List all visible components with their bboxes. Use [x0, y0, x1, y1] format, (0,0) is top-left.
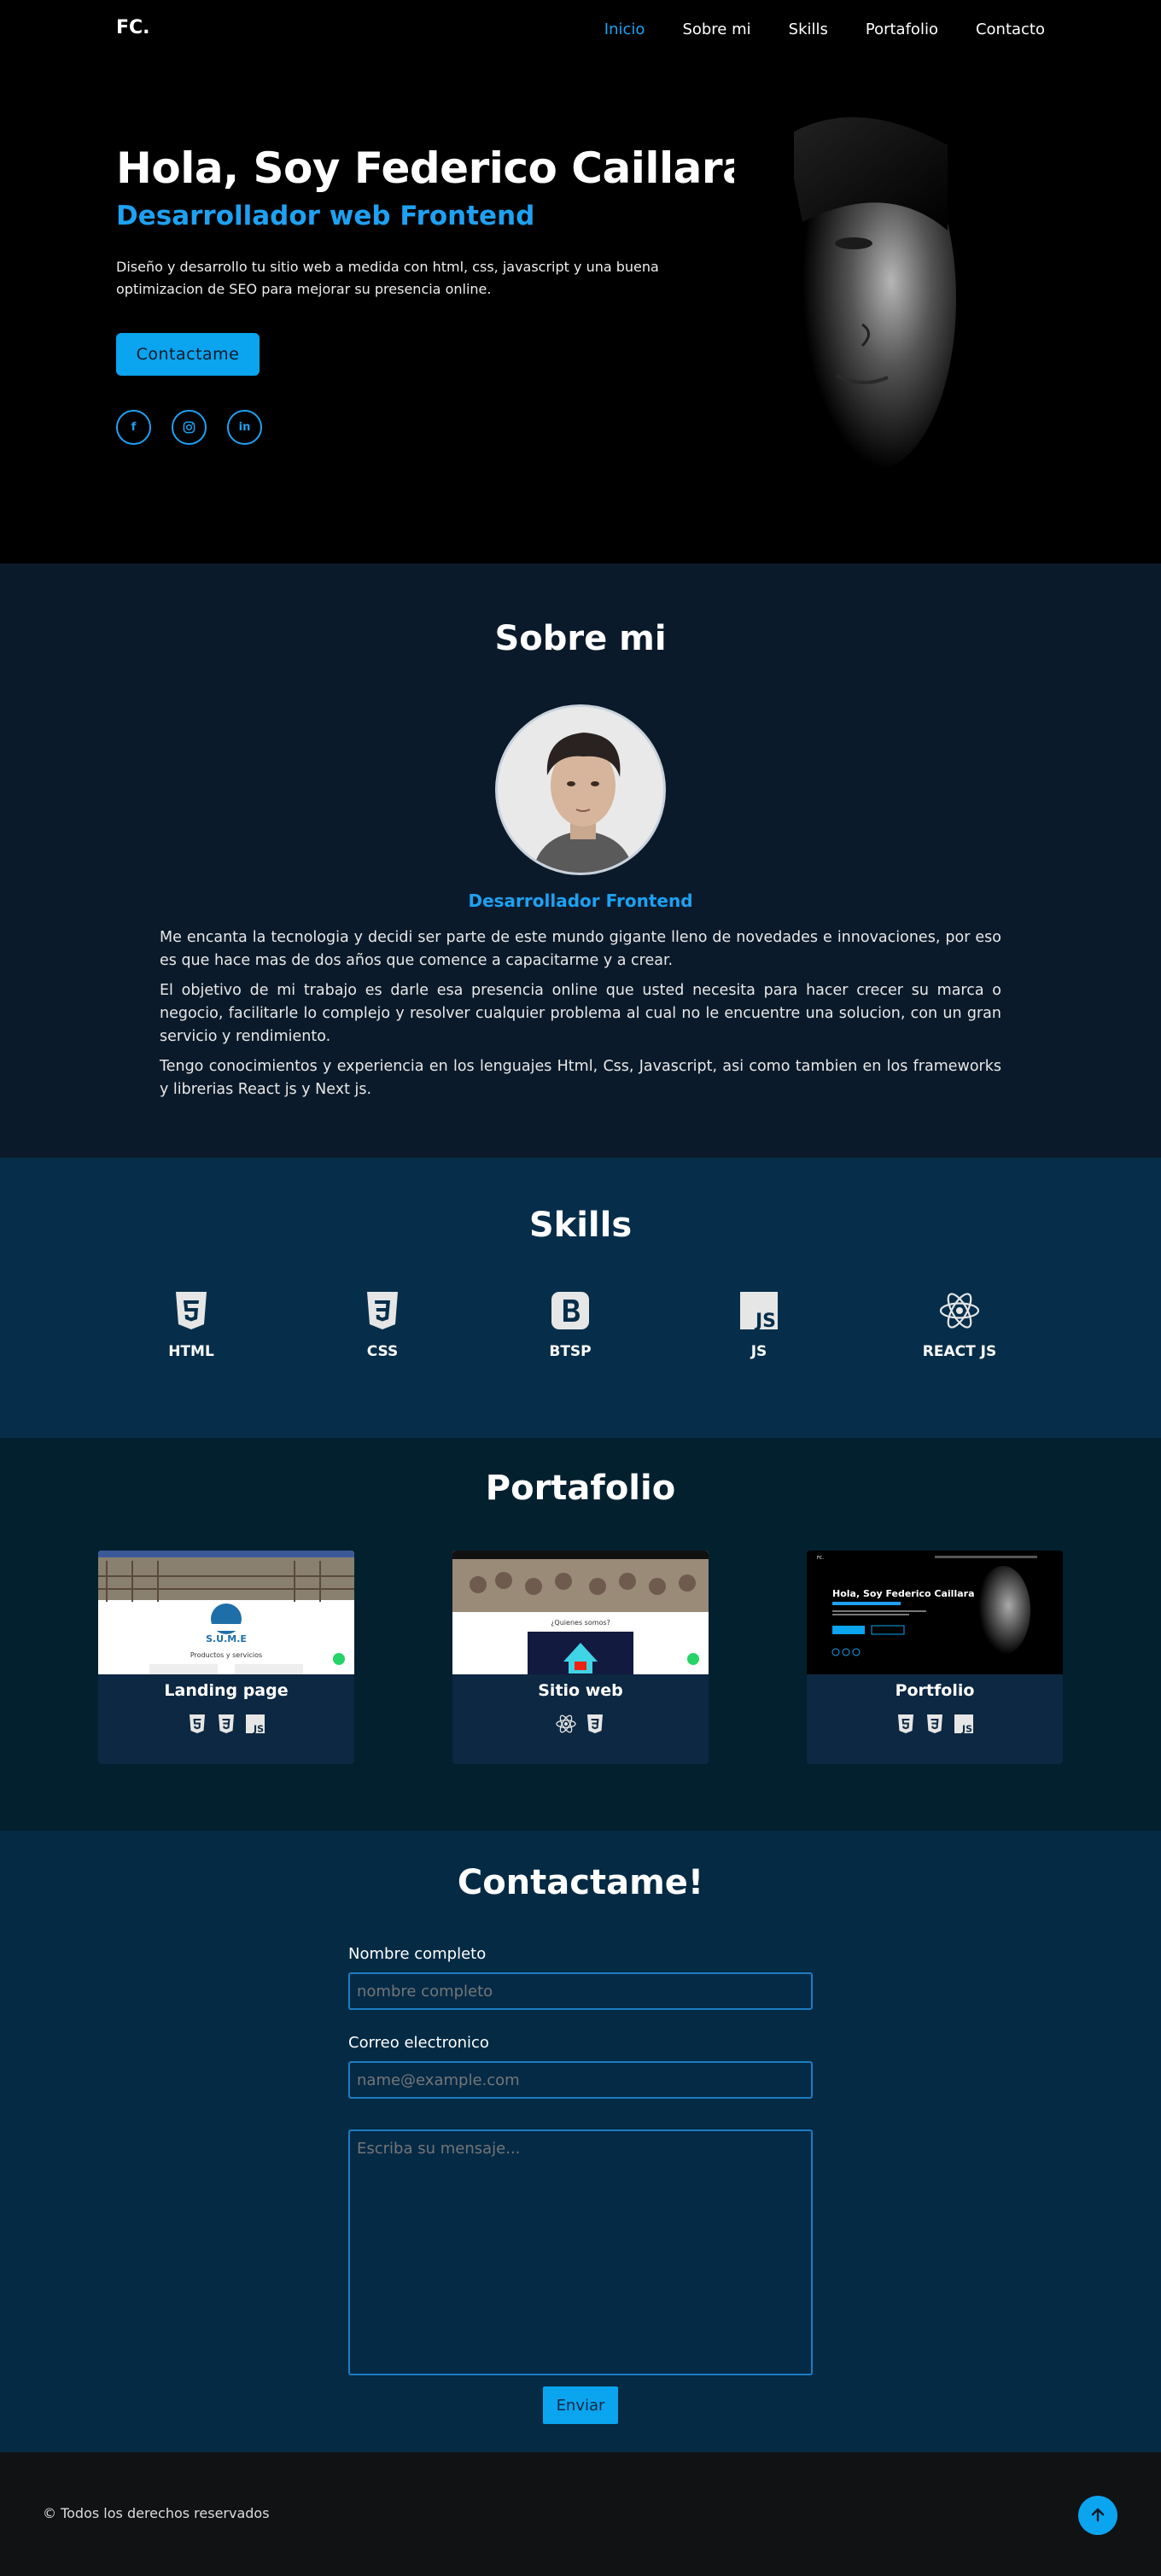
portfolio-section: Portafolio S.U.M.E Productos y servicios — [0, 1438, 1161, 1831]
about-section: Sobre mi Desarrollador Frontend Me encan… — [0, 564, 1161, 1158]
portfolio-card-sitio-web[interactable]: ¿Quienes somos? Sitio web — [452, 1551, 709, 1764]
css3-icon — [219, 1714, 234, 1733]
nav-item-inicio[interactable]: Inicio — [604, 20, 645, 38]
js-icon: JS — [246, 1714, 265, 1735]
html5-icon — [190, 1714, 205, 1733]
email-input[interactable] — [348, 2061, 813, 2099]
project-screenshot: ¿Quienes somos? — [452, 1551, 709, 1674]
css3-icon — [587, 1714, 603, 1733]
js-icon: JS — [740, 1292, 778, 1332]
project-tech-icons: JS — [807, 1714, 1063, 1734]
skills-section: Skills HTML CSS BTSP JS JS REACT JS — [0, 1158, 1161, 1438]
contact-title: Contactame! — [457, 1863, 704, 1902]
skill-label: REACT JS — [922, 1343, 997, 1360]
message-textarea[interactable] — [348, 2129, 813, 2375]
footer: © Todos los derechos reservados — [0, 2452, 1161, 2576]
css3-icon — [927, 1714, 942, 1733]
skill-label: CSS — [366, 1343, 399, 1360]
project-title: Sitio web — [538, 1681, 623, 1700]
project-shot-caption: Hola, Soy Federico Caillara — [832, 1588, 975, 1599]
hero-portrait-image — [734, 102, 956, 529]
hero-subtitle: Desarrollador web Frontend — [116, 201, 535, 231]
nav-item-skills[interactable]: Skills — [789, 20, 828, 38]
portfolio-card-landing[interactable]: S.U.M.E Productos y servicios Landing pa… — [98, 1551, 354, 1764]
copyright-text: © Todos los derechos reservados — [43, 2505, 270, 2521]
skill-label: HTML — [168, 1343, 214, 1360]
svg-text:FC.: FC. — [817, 1556, 824, 1561]
react-icon — [939, 1293, 980, 1329]
about-paragraph: El objetivo de mi trabajo es darle esa p… — [160, 982, 1001, 1045]
nav-item-contacto[interactable]: Contacto — [976, 20, 1045, 38]
project-screenshot: S.U.M.E Productos y servicios — [98, 1551, 354, 1674]
project-title: Landing page — [164, 1681, 289, 1700]
hero-description: Diseño y desarrollo tu sitio web a medid… — [116, 259, 659, 297]
html5-icon — [898, 1714, 913, 1733]
about-title: Sobre mi — [494, 619, 667, 658]
profile-avatar — [495, 704, 666, 875]
bootstrap-icon — [551, 1292, 589, 1329]
submit-button[interactable]: Enviar — [543, 2386, 618, 2424]
skill-react: REACT JS — [908, 1290, 1011, 1360]
about-text: Me encanta la tecnologia y decidi ser pa… — [160, 926, 1001, 1108]
about-paragraph: Tengo conocimientos y experiencia en los… — [160, 1058, 1001, 1098]
skills-title: Skills — [528, 1206, 633, 1245]
project-logo-text: S.U.M.E — [206, 1633, 247, 1644]
hero-section: Hola, Soy Federico Caillara Desarrollado… — [0, 0, 1161, 564]
project-shot-caption: Productos y servicios — [190, 1651, 262, 1659]
skill-bootstrap: BTSP — [519, 1290, 621, 1360]
nav-menu: Inicio Sobre mi Skills Portafolio Contac… — [604, 20, 1045, 38]
instagram-icon[interactable] — [172, 410, 207, 445]
project-tech-icons — [452, 1714, 709, 1734]
nav-item-sobre-mi[interactable]: Sobre mi — [682, 20, 750, 38]
skill-label: JS — [750, 1343, 767, 1360]
about-paragraph: Me encanta la tecnologia y decidi ser pa… — [160, 929, 1001, 969]
linkedin-icon[interactable]: in — [227, 410, 262, 445]
js-icon: JS — [954, 1714, 973, 1735]
contact-cta-button[interactable]: Contactame — [116, 333, 260, 376]
about-role: Desarrollador Frontend — [468, 891, 693, 911]
svg-text:JS: JS — [754, 1311, 776, 1331]
skill-js: JS JS — [708, 1290, 810, 1360]
social-links: f in — [116, 410, 262, 445]
skill-html: HTML — [140, 1290, 242, 1360]
project-tech-icons: JS — [98, 1714, 354, 1734]
facebook-icon[interactable]: f — [116, 410, 151, 445]
arrow-up-icon — [1091, 2508, 1105, 2522]
top-navbar: FC. Inicio Sobre mi Skills Portafolio Co… — [0, 0, 1161, 60]
skill-label: BTSP — [549, 1343, 592, 1360]
back-to-top-button[interactable] — [1078, 2496, 1117, 2535]
skill-css: CSS — [331, 1290, 434, 1360]
hero-title: Hola, Soy Federico Caillara — [116, 143, 751, 193]
project-shot-caption: ¿Quienes somos? — [551, 1619, 610, 1627]
html5-icon — [176, 1292, 207, 1329]
svg-text:JS: JS — [253, 1724, 264, 1735]
portfolio-card-portfolio[interactable]: FC. Hola, Soy Federico Caillara Portfoli… — [807, 1551, 1063, 1764]
nav-item-portafolio[interactable]: Portafolio — [866, 20, 938, 38]
project-title: Portfolio — [895, 1681, 975, 1700]
portfolio-title: Portafolio — [485, 1469, 676, 1508]
brand-logo[interactable]: FC. — [116, 17, 150, 38]
email-label: Correo electronico — [348, 2034, 489, 2052]
react-icon — [556, 1714, 576, 1733]
css3-icon — [367, 1292, 398, 1329]
svg-text:JS: JS — [961, 1724, 972, 1735]
project-screenshot: FC. Hola, Soy Federico Caillara — [807, 1551, 1063, 1674]
name-input[interactable] — [348, 1972, 813, 2010]
name-label: Nombre completo — [348, 1945, 487, 1963]
contact-section: Contactame! Nombre completo Correo elect… — [0, 1831, 1161, 2452]
